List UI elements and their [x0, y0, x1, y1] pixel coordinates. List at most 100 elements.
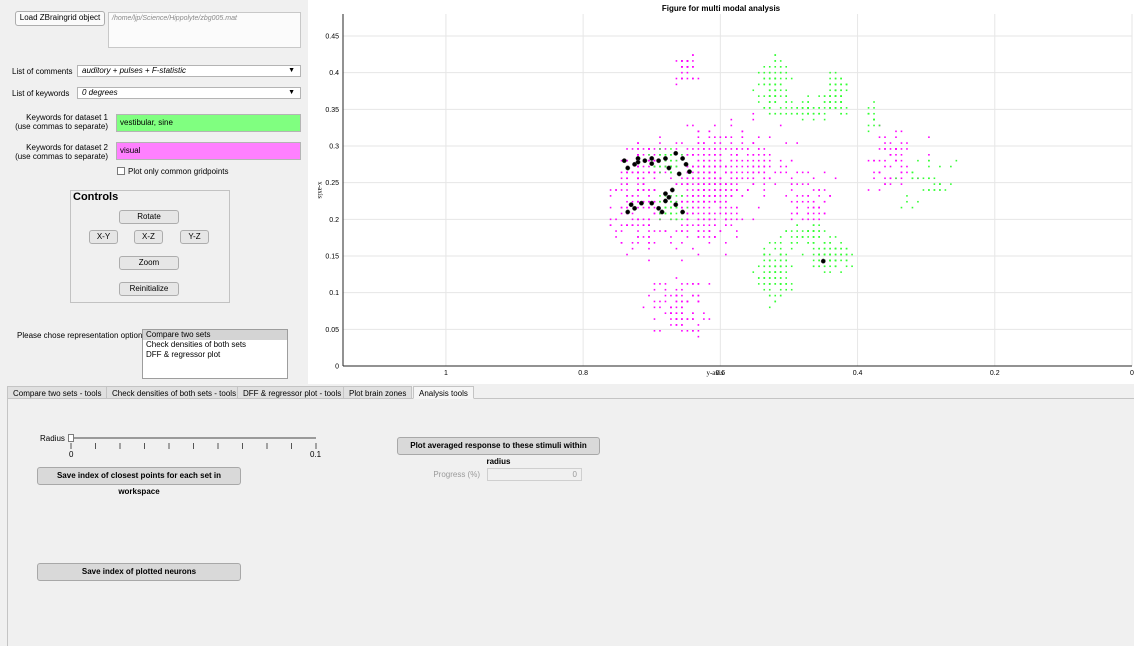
data-point — [873, 171, 875, 174]
data-point — [675, 230, 678, 232]
common-gridpoints-checkbox[interactable] — [117, 167, 125, 175]
data-point — [653, 189, 656, 191]
reinitialize-button[interactable]: Reinitialize — [119, 282, 179, 296]
data-point — [648, 195, 650, 197]
data-point — [829, 271, 831, 273]
representation-option[interactable]: Compare two sets — [143, 330, 287, 340]
load-zbraingrid-button[interactable]: Load ZBraingrid object — [15, 11, 105, 26]
data-point — [697, 136, 700, 138]
save-closest-points-button[interactable]: Save index of closest points for each se… — [37, 467, 241, 496]
dataset1-keywords-input[interactable]: vestibular, sine — [116, 114, 301, 132]
data-point — [950, 165, 952, 168]
data-point — [763, 148, 766, 150]
view-xz-button[interactable]: X-Z — [134, 230, 163, 244]
data-point — [840, 89, 842, 92]
data-point — [779, 66, 782, 68]
plot-averaged-response-button[interactable]: Plot averaged response to these stimuli … — [397, 437, 600, 466]
data-point — [867, 112, 870, 115]
representation-listbox[interactable]: Compare two sets Check densities of both… — [142, 329, 288, 379]
data-point — [746, 171, 749, 174]
data-point — [736, 212, 738, 215]
x-axis-label: y-axis — [706, 369, 723, 377]
data-point — [675, 60, 678, 62]
data-point — [703, 195, 705, 197]
dataset1-label: Keywords for dataset 1 (use commas to se… — [10, 113, 108, 131]
data-point — [785, 277, 788, 279]
data-point — [626, 177, 628, 180]
data-point — [730, 212, 733, 215]
data-point — [829, 195, 831, 197]
data-point — [730, 154, 733, 156]
data-point — [638, 200, 644, 206]
keywords-dropdown[interactable]: 0 degrees ▼ — [77, 87, 301, 99]
data-point — [796, 230, 798, 232]
data-point — [845, 112, 848, 115]
data-point — [763, 265, 766, 268]
data-point — [840, 112, 842, 115]
tab-compare-two-sets-tools[interactable]: Compare two sets - tools — [7, 386, 108, 399]
y-tick-label: 0.25 — [325, 180, 339, 187]
data-point — [768, 253, 771, 256]
tab-analysis-tools[interactable]: Analysis tools — [413, 386, 474, 399]
data-point — [867, 159, 870, 162]
data-point — [675, 142, 678, 144]
data-point — [648, 159, 650, 162]
data-point — [906, 148, 908, 150]
data-point — [818, 218, 820, 221]
data-point — [703, 318, 705, 320]
radius-slider[interactable] — [68, 430, 318, 456]
tab-check-densities-tools[interactable]: Check densities of both sets - tools — [106, 386, 243, 399]
data-point — [708, 159, 711, 162]
data-point — [768, 66, 771, 68]
tab-plot-brain-zones[interactable]: Plot brain zones — [343, 386, 413, 399]
data-point — [906, 165, 908, 168]
data-point — [928, 177, 930, 180]
dataset2-keywords-input[interactable]: visual — [116, 142, 301, 160]
y-tick-label: 0.05 — [325, 327, 339, 334]
x-tick-label: 0 — [1130, 370, 1134, 377]
data-point — [697, 159, 700, 162]
data-point — [626, 206, 628, 209]
data-point — [676, 171, 682, 177]
data-point — [708, 177, 711, 180]
data-point — [628, 202, 634, 208]
data-point — [922, 189, 925, 191]
data-point — [785, 112, 788, 115]
data-point — [752, 165, 755, 168]
radius-slider-thumb[interactable] — [68, 434, 74, 442]
data-point — [686, 183, 689, 185]
data-point — [681, 283, 683, 285]
data-point — [736, 236, 738, 238]
representation-label: Please chose representation option: — [17, 331, 145, 340]
representation-option[interactable]: Check densities of both sets — [143, 340, 287, 350]
rotate-button[interactable]: Rotate — [119, 210, 179, 224]
zoom-button[interactable]: Zoom — [119, 256, 179, 270]
view-xy-button[interactable]: X-Y — [89, 230, 118, 244]
data-point — [840, 83, 842, 86]
data-point — [730, 124, 733, 127]
comments-label: List of comments — [12, 67, 73, 76]
data-point — [697, 253, 700, 256]
view-yz-button[interactable]: Y-Z — [180, 230, 209, 244]
data-point — [648, 218, 650, 221]
data-point — [642, 306, 645, 309]
data-point — [670, 212, 672, 215]
dataset2-label: Keywords for dataset 2 (use commas to se… — [10, 143, 108, 161]
data-point — [757, 171, 760, 174]
representation-option[interactable]: DFF & regressor plot — [143, 350, 287, 360]
data-point — [692, 212, 694, 215]
data-point — [637, 195, 639, 197]
data-point — [763, 107, 766, 109]
save-plotted-neurons-button[interactable]: Save index of plotted neurons — [37, 563, 241, 581]
tab-dff-regressor-tools[interactable]: DFF & regressor plot - tools — [237, 386, 348, 399]
data-point — [714, 177, 716, 180]
comments-dropdown[interactable]: auditory + pulses + F-statistic ▼ — [77, 65, 301, 77]
data-point — [681, 318, 683, 320]
scatter-plot[interactable]: 00.050.10.150.20.250.30.350.40.451 0.8 0.6… — [308, 0, 1134, 384]
data-point — [928, 165, 930, 168]
data-point — [703, 206, 705, 209]
data-point — [752, 142, 755, 144]
data-point — [681, 312, 683, 314]
data-point — [670, 324, 672, 326]
data-point — [801, 171, 804, 174]
